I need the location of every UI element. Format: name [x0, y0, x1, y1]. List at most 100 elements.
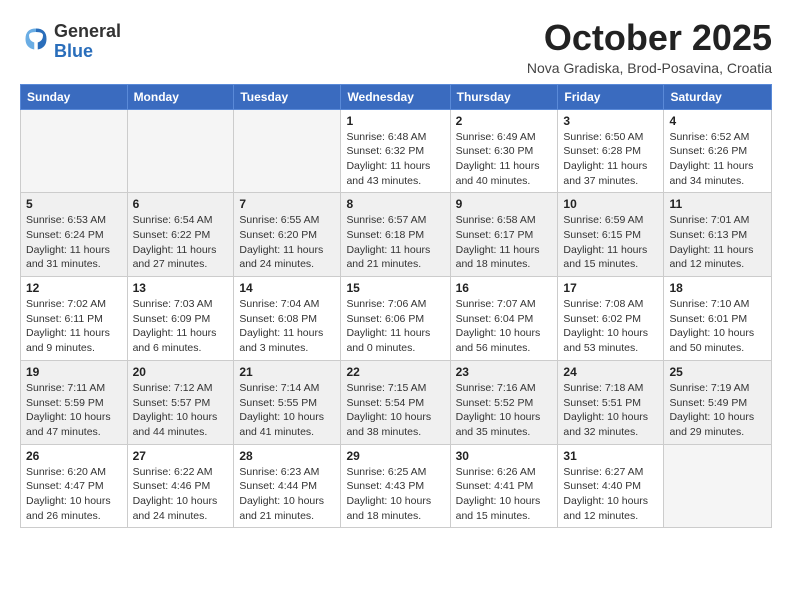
- calendar-cell-w1-d6: 3 Sunrise: 6:50 AM Sunset: 6:28 PM Daylig…: [558, 109, 664, 193]
- day-number: 17: [563, 281, 658, 295]
- day-info: Sunrise: 6:49 AM Sunset: 6:30 PM Dayligh…: [456, 130, 553, 189]
- day-info: Sunrise: 6:54 AM Sunset: 6:22 PM Dayligh…: [133, 213, 229, 272]
- logo: General Blue: [20, 22, 121, 62]
- day-number: 4: [669, 114, 766, 128]
- location-subtitle: Nova Gradiska, Brod-Posavina, Croatia: [527, 60, 772, 76]
- day-info: Sunrise: 7:07 AM Sunset: 6:04 PM Dayligh…: [456, 297, 553, 356]
- calendar-cell-w3-d1: 12Sunrise: 7:02 AM Sunset: 6:11 PM Dayli…: [21, 277, 128, 361]
- calendar-table: Sunday Monday Tuesday Wednesday Thursday…: [20, 84, 772, 529]
- day-info: Sunrise: 6:22 AM Sunset: 4:46 PM Dayligh…: [133, 465, 229, 524]
- day-info: Sunrise: 6:25 AM Sunset: 4:43 PM Dayligh…: [346, 465, 444, 524]
- day-number: 3: [563, 114, 658, 128]
- day-number: 13: [133, 281, 229, 295]
- calendar-cell-w2-d5: 9 Sunrise: 6:58 AM Sunset: 6:17 PM Daylig…: [450, 193, 558, 277]
- day-number: 6: [133, 197, 229, 211]
- calendar-cell-w3-d7: 18 Sunrise: 7:10 AM Sunset: 6:01 PM Dayli…: [664, 277, 772, 361]
- calendar-cell-w3-d5: 16Sunrise: 7:07 AM Sunset: 6:04 PM Dayli…: [450, 277, 558, 361]
- day-info: Sunrise: 7:16 AM Sunset: 5:52 PM Dayligh…: [456, 381, 553, 440]
- col-saturday: Saturday: [664, 84, 772, 109]
- day-info: Sunrise: 6:58 AM Sunset: 6:17 PM Dayligh…: [456, 213, 553, 272]
- day-info: Sunrise: 7:02 AM Sunset: 6:11 PM Dayligh…: [26, 297, 122, 356]
- day-number: 2: [456, 114, 553, 128]
- day-number: 8: [346, 197, 444, 211]
- col-tuesday: Tuesday: [234, 84, 341, 109]
- calendar-cell-w3-d6: 17 Sunrise: 7:08 AM Sunset: 6:02 PM Dayli…: [558, 277, 664, 361]
- calendar-cell-w5-d6: 31Sunrise: 6:27 AM Sunset: 4:40 PM Dayli…: [558, 444, 664, 528]
- col-wednesday: Wednesday: [341, 84, 450, 109]
- title-block: October 2025 Nova Gradiska, Brod-Posavin…: [527, 18, 772, 76]
- day-info: Sunrise: 6:48 AM Sunset: 6:32 PM Dayligh…: [346, 130, 444, 189]
- day-info: Sunrise: 6:26 AM Sunset: 4:41 PM Dayligh…: [456, 465, 553, 524]
- day-info: Sunrise: 7:03 AM Sunset: 6:09 PM Dayligh…: [133, 297, 229, 356]
- day-info: Sunrise: 7:12 AM Sunset: 5:57 PM Dayligh…: [133, 381, 229, 440]
- day-info: Sunrise: 6:20 AM Sunset: 4:47 PM Dayligh…: [26, 465, 122, 524]
- logo-general-text: General: [54, 21, 121, 41]
- day-info: Sunrise: 6:50 AM Sunset: 6:28 PM Dayligh…: [563, 130, 658, 189]
- calendar-cell-w4-d7: 25Sunrise: 7:19 AM Sunset: 5:49 PM Dayli…: [664, 360, 772, 444]
- day-number: 11: [669, 197, 766, 211]
- day-info: Sunrise: 6:57 AM Sunset: 6:18 PM Dayligh…: [346, 213, 444, 272]
- calendar-cell-w4-d6: 24 Sunrise: 7:18 AM Sunset: 5:51 PM Dayli…: [558, 360, 664, 444]
- calendar-cell-w5-d4: 29 Sunrise: 6:25 AM Sunset: 4:43 PM Dayli…: [341, 444, 450, 528]
- calendar-cell-w5-d3: 28 Sunrise: 6:23 AM Sunset: 4:44 PM Dayli…: [234, 444, 341, 528]
- day-number: 25: [669, 365, 766, 379]
- day-info: Sunrise: 7:08 AM Sunset: 6:02 PM Dayligh…: [563, 297, 658, 356]
- calendar-cell-w4-d5: 23 Sunrise: 7:16 AM Sunset: 5:52 PM Dayli…: [450, 360, 558, 444]
- calendar-cell-w3-d3: 14Sunrise: 7:04 AM Sunset: 6:08 PM Dayli…: [234, 277, 341, 361]
- calendar-cell-w2-d2: 6 Sunrise: 6:54 AM Sunset: 6:22 PM Daylig…: [127, 193, 234, 277]
- logo-blue-text: Blue: [54, 41, 93, 61]
- month-title: October 2025: [527, 18, 772, 58]
- calendar-cell-w5-d2: 27 Sunrise: 6:22 AM Sunset: 4:46 PM Dayli…: [127, 444, 234, 528]
- calendar-cell-w5-d7: [664, 444, 772, 528]
- day-info: Sunrise: 6:23 AM Sunset: 4:44 PM Dayligh…: [239, 465, 335, 524]
- calendar-cell-w2-d3: 7Sunrise: 6:55 AM Sunset: 6:20 PM Daylig…: [234, 193, 341, 277]
- calendar-cell-w1-d3: [234, 109, 341, 193]
- day-number: 24: [563, 365, 658, 379]
- day-number: 15: [346, 281, 444, 295]
- calendar-week-5: 26Sunrise: 6:20 AM Sunset: 4:47 PM Dayli…: [21, 444, 772, 528]
- day-number: 30: [456, 449, 553, 463]
- calendar-cell-w5-d5: 30 Sunrise: 6:26 AM Sunset: 4:41 PM Dayli…: [450, 444, 558, 528]
- day-number: 19: [26, 365, 122, 379]
- day-number: 22: [346, 365, 444, 379]
- day-number: 9: [456, 197, 553, 211]
- col-thursday: Thursday: [450, 84, 558, 109]
- day-number: 28: [239, 449, 335, 463]
- day-number: 21: [239, 365, 335, 379]
- calendar-cell-w3-d4: 15Sunrise: 7:06 AM Sunset: 6:06 PM Dayli…: [341, 277, 450, 361]
- day-number: 27: [133, 449, 229, 463]
- day-info: Sunrise: 6:52 AM Sunset: 6:26 PM Dayligh…: [669, 130, 766, 189]
- calendar-cell-w5-d1: 26Sunrise: 6:20 AM Sunset: 4:47 PM Dayli…: [21, 444, 128, 528]
- day-number: 23: [456, 365, 553, 379]
- day-info: Sunrise: 7:01 AM Sunset: 6:13 PM Dayligh…: [669, 213, 766, 272]
- calendar-cell-w1-d4: 1 Sunrise: 6:48 AM Sunset: 6:32 PM Daylig…: [341, 109, 450, 193]
- header: General Blue October 2025 Nova Gradiska,…: [20, 18, 772, 76]
- calendar-cell-w2-d6: 10 Sunrise: 6:59 AM Sunset: 6:15 PM Dayli…: [558, 193, 664, 277]
- calendar-week-4: 19 Sunrise: 7:11 AM Sunset: 5:59 PM Dayli…: [21, 360, 772, 444]
- calendar-cell-w4-d3: 21 Sunrise: 7:14 AM Sunset: 5:55 PM Dayli…: [234, 360, 341, 444]
- day-info: Sunrise: 6:27 AM Sunset: 4:40 PM Dayligh…: [563, 465, 658, 524]
- day-info: Sunrise: 6:53 AM Sunset: 6:24 PM Dayligh…: [26, 213, 122, 272]
- calendar-week-2: 5Sunrise: 6:53 AM Sunset: 6:24 PM Daylig…: [21, 193, 772, 277]
- day-number: 1: [346, 114, 444, 128]
- calendar-cell-w2-d1: 5Sunrise: 6:53 AM Sunset: 6:24 PM Daylig…: [21, 193, 128, 277]
- calendar-cell-w1-d2: [127, 109, 234, 193]
- day-number: 10: [563, 197, 658, 211]
- calendar-cell-w4-d1: 19 Sunrise: 7:11 AM Sunset: 5:59 PM Dayli…: [21, 360, 128, 444]
- calendar-week-3: 12Sunrise: 7:02 AM Sunset: 6:11 PM Dayli…: [21, 277, 772, 361]
- day-info: Sunrise: 7:10 AM Sunset: 6:01 PM Dayligh…: [669, 297, 766, 356]
- calendar-cell-w2-d7: 11 Sunrise: 7:01 AM Sunset: 6:13 PM Dayli…: [664, 193, 772, 277]
- calendar-header-row: Sunday Monday Tuesday Wednesday Thursday…: [21, 84, 772, 109]
- calendar-cell-w1-d7: 4 Sunrise: 6:52 AM Sunset: 6:26 PM Daylig…: [664, 109, 772, 193]
- day-number: 29: [346, 449, 444, 463]
- day-info: Sunrise: 7:11 AM Sunset: 5:59 PM Dayligh…: [26, 381, 122, 440]
- day-number: 7: [239, 197, 335, 211]
- logo-icon: [22, 25, 50, 53]
- day-info: Sunrise: 6:59 AM Sunset: 6:15 PM Dayligh…: [563, 213, 658, 272]
- day-info: Sunrise: 7:18 AM Sunset: 5:51 PM Dayligh…: [563, 381, 658, 440]
- day-info: Sunrise: 7:14 AM Sunset: 5:55 PM Dayligh…: [239, 381, 335, 440]
- col-monday: Monday: [127, 84, 234, 109]
- calendar-cell-w3-d2: 13 Sunrise: 7:03 AM Sunset: 6:09 PM Dayli…: [127, 277, 234, 361]
- day-number: 18: [669, 281, 766, 295]
- col-sunday: Sunday: [21, 84, 128, 109]
